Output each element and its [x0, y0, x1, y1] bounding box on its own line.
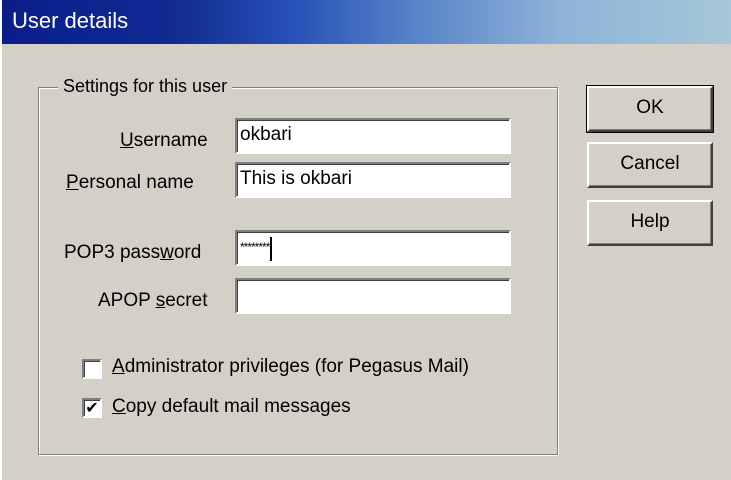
- username-input[interactable]: okbari: [235, 118, 511, 154]
- apop-secret-label-text-a: APOP: [98, 290, 156, 311]
- pop3-password-label: POP3 password: [64, 240, 201, 266]
- copy-default-mail-label-mnemonic: C: [112, 396, 126, 417]
- username-value: okbari: [240, 124, 292, 145]
- personal-name-value: This is okbari: [240, 168, 352, 189]
- user-details-dialog: User details Settings for this user User…: [0, 0, 731, 480]
- apop-secret-label: APOP secret: [98, 288, 207, 314]
- pop3-password-label-mnemonic: w: [160, 242, 174, 263]
- admin-privileges-label-mnemonic: A: [112, 356, 125, 377]
- pop3-password-input[interactable]: ********: [235, 230, 511, 266]
- personal-name-label-mnemonic: P: [66, 172, 79, 193]
- admin-privileges-label[interactable]: Administrator privileges (for Pegasus Ma…: [112, 354, 469, 380]
- title-bar[interactable]: User details: [2, 0, 731, 44]
- apop-secret-label-text-b: ecret: [165, 290, 208, 311]
- window-title: User details: [12, 8, 129, 33]
- settings-group-legend: Settings for this user: [58, 74, 233, 98]
- username-label-mnemonic: U: [120, 130, 134, 151]
- copy-default-mail-label-text: opy default mail messages: [125, 396, 351, 417]
- help-button[interactable]: Help: [587, 200, 713, 246]
- admin-privileges-label-text: dministrator privileges (for Pegasus Mai…: [124, 356, 469, 377]
- apop-secret-input[interactable]: [235, 278, 511, 314]
- check-mark-icon: ✔: [85, 398, 99, 417]
- cancel-button[interactable]: Cancel: [587, 142, 713, 188]
- username-label: Username: [120, 128, 208, 154]
- personal-name-label: Personal name: [66, 170, 194, 196]
- personal-name-input[interactable]: This is okbari: [235, 162, 511, 198]
- pop3-password-label-text-b: ord: [173, 242, 202, 263]
- apop-secret-label-mnemonic: s: [155, 290, 166, 311]
- pop3-password-value: ********: [240, 240, 270, 254]
- username-label-text: sername: [133, 130, 208, 151]
- personal-name-label-text: ersonal name: [78, 172, 194, 193]
- text-caret: [270, 236, 273, 261]
- copy-default-mail-label[interactable]: Copy default mail messages: [112, 394, 351, 420]
- admin-privileges-checkbox[interactable]: [82, 359, 102, 379]
- ok-button[interactable]: OK: [586, 85, 714, 133]
- copy-default-mail-checkbox[interactable]: ✔: [82, 398, 102, 418]
- pop3-password-label-text-a: POP3 pass: [64, 242, 161, 263]
